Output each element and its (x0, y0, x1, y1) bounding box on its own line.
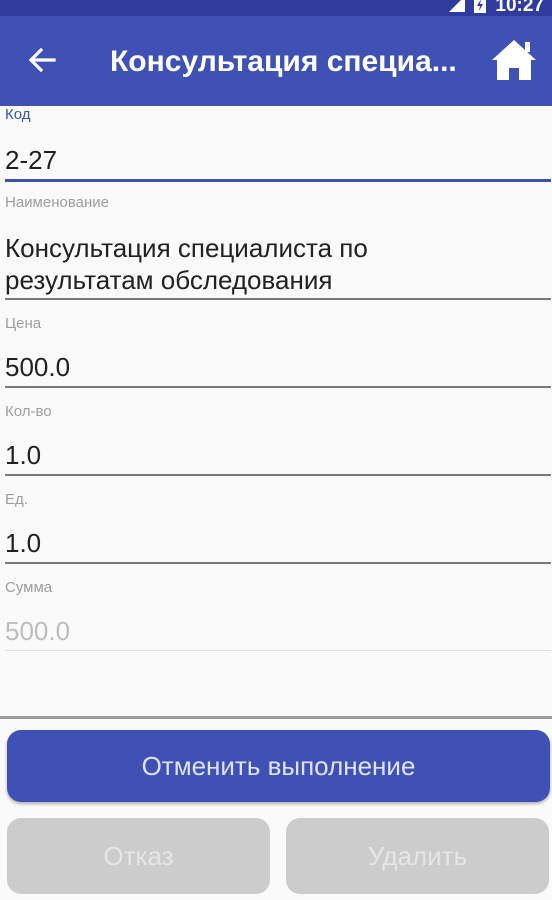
cancel-execution-button[interactable]: Отменить выполнение (7, 730, 550, 802)
code-underline (5, 179, 551, 182)
name-underline (5, 298, 551, 300)
name-field[interactable]: Наименование Консультация специалиста по… (5, 194, 551, 300)
code-label: Код (5, 106, 31, 123)
screen: 10:27 Консультация специа... Код 2-27 На… (0, 0, 552, 900)
battery-icon (473, 0, 487, 18)
unit-value[interactable]: 1.0 (5, 527, 551, 559)
refuse-button[interactable]: Отказ (7, 818, 270, 894)
unit-field[interactable]: Ед. 1.0 (5, 491, 551, 564)
price-label: Цена (5, 315, 42, 332)
delete-button[interactable]: Удалить (286, 818, 549, 894)
name-value-line-2[interactable]: результатам обследования (5, 264, 551, 296)
status-bar: 10:27 (0, 0, 552, 16)
home-button[interactable] (488, 38, 540, 86)
home-icon (490, 38, 538, 87)
back-button[interactable] (20, 40, 64, 84)
price-field[interactable]: Цена 500.0 (5, 315, 551, 388)
name-value-line-1[interactable]: Консультация специалиста по (5, 232, 551, 264)
quantity-field[interactable]: Кол-во 1.0 (5, 403, 551, 476)
arrow-back-icon (28, 46, 56, 79)
sum-field: Сумма 500.0 (5, 579, 551, 651)
unit-underline (5, 562, 551, 564)
sum-value: 500.0 (5, 616, 71, 646)
sum-label: Сумма (5, 579, 53, 596)
quantity-value[interactable]: 1.0 (5, 439, 551, 471)
name-label: Наименование (5, 194, 109, 211)
quantity-underline (5, 474, 551, 476)
quantity-label: Кол-во (5, 403, 52, 420)
code-field[interactable]: Код 2-27 (5, 106, 551, 182)
status-time: 10:27 (495, 0, 544, 16)
status-icons: 10:27 (449, 0, 544, 16)
sum-underline (5, 650, 551, 651)
app-bar: Консультация специа... (0, 16, 552, 106)
signal-icon (449, 0, 466, 17)
price-underline (5, 386, 551, 388)
price-value[interactable]: 500.0 (5, 351, 551, 383)
code-value[interactable]: 2-27 (5, 144, 551, 176)
page-title: Консультация специа... (110, 45, 457, 78)
unit-label: Ед. (5, 491, 28, 508)
bottom-divider (0, 716, 552, 719)
